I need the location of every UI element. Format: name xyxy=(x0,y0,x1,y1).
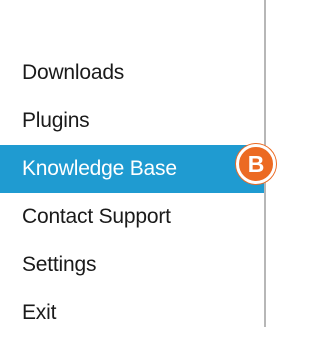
menu-list: Downloads Plugins Knowledge Base Contact… xyxy=(0,49,264,337)
menu-item-label: Plugins xyxy=(22,109,90,132)
menu-item-downloads[interactable]: Downloads xyxy=(0,49,264,97)
menu-item-exit[interactable]: Exit xyxy=(0,289,264,337)
menu-item-contact-support[interactable]: Contact Support xyxy=(0,193,264,241)
menu-item-settings[interactable]: Settings xyxy=(0,241,264,289)
menu-item-knowledge-base[interactable]: Knowledge Base xyxy=(0,145,264,193)
menu-panel: Downloads Plugins Knowledge Base Contact… xyxy=(0,0,266,327)
menu-item-plugins[interactable]: Plugins xyxy=(0,97,264,145)
menu-item-label: Downloads xyxy=(22,61,125,84)
callout-badge: B xyxy=(236,144,276,184)
menu-item-label: Exit xyxy=(22,301,57,324)
menu-item-label: Knowledge Base xyxy=(22,157,177,180)
menu-item-label: Settings xyxy=(22,253,97,276)
menu-item-label: Contact Support xyxy=(22,205,171,228)
